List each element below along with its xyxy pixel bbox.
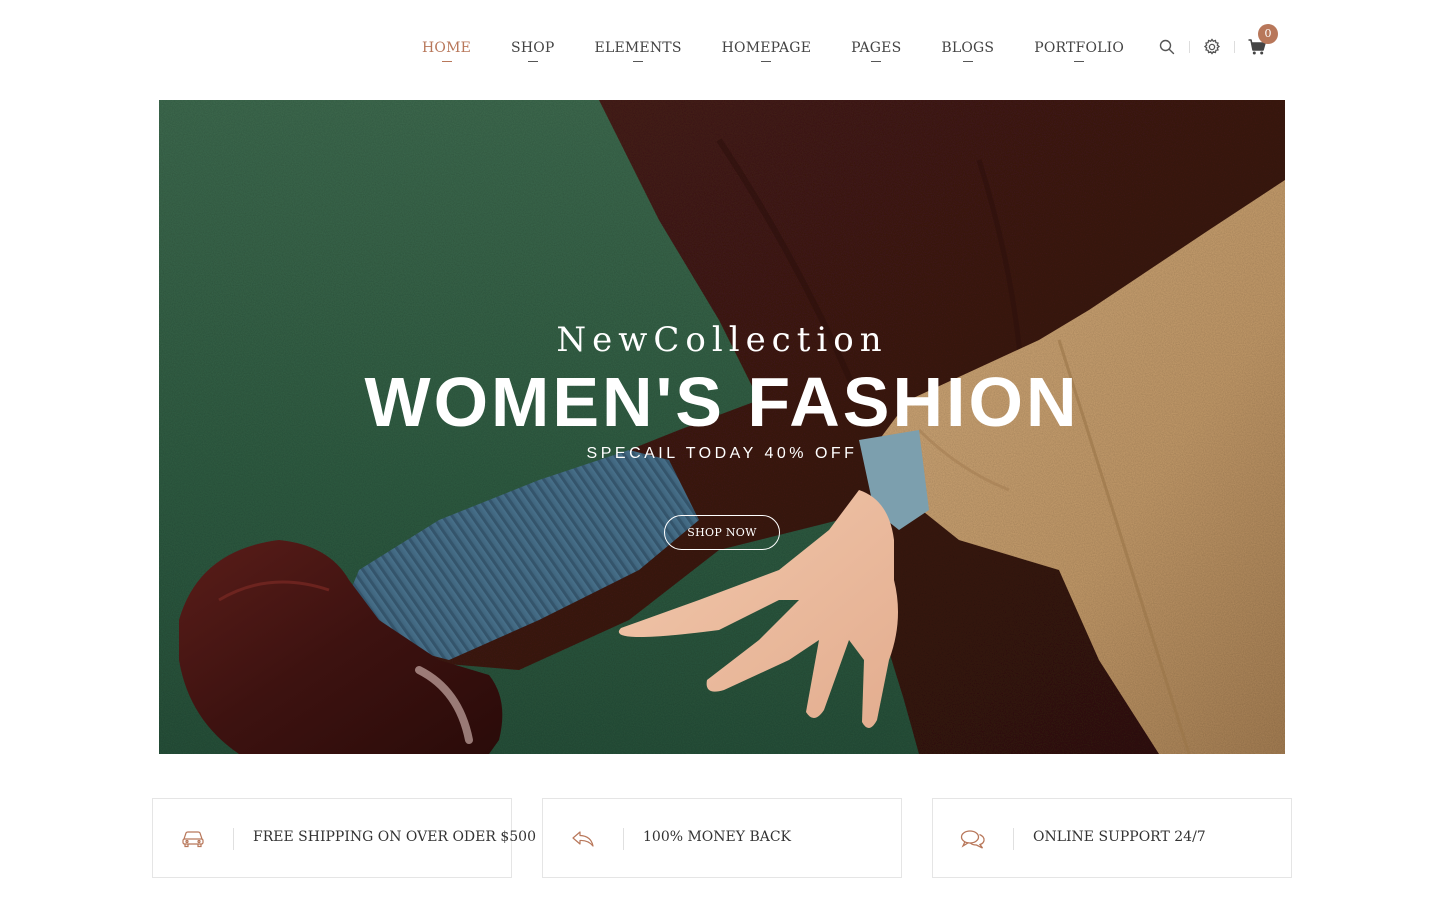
nav-item-label: PORTFOLIO [1034, 40, 1125, 56]
site-header: HOME SHOP ELEMENTS HOMEPAGE PAGES BLOGS … [0, 0, 1444, 100]
feature-label: FREE SHIPPING ON OVER ODER $500 [253, 829, 537, 845]
divider [1234, 41, 1235, 53]
divider [623, 828, 624, 850]
nav-item-pages[interactable]: PAGES [831, 38, 921, 62]
feature-label: 100% MONEY BACK [643, 829, 792, 845]
shop-now-button[interactable]: SHOP NOW [664, 515, 780, 550]
nav-item-shop[interactable]: SHOP [491, 38, 575, 62]
nav-underline [871, 61, 882, 62]
cart-button[interactable]: 0 [1246, 24, 1278, 58]
feature-box-shipping: FREE SHIPPING ON OVER ODER $500 [152, 798, 536, 878]
nav-item-blogs[interactable]: BLOGS [921, 38, 1014, 62]
divider [1013, 828, 1014, 850]
nav-item-home[interactable]: HOME [402, 38, 491, 62]
chat-bubbles-icon [957, 827, 989, 851]
main-nav: HOME SHOP ELEMENTS HOMEPAGE PAGES BLOGS … [402, 38, 1144, 62]
nav-item-label: ELEMENTS [594, 40, 682, 56]
nav-item-portfolio[interactable]: PORTFOLIO [1014, 38, 1144, 62]
nav-item-homepage[interactable]: HOMEPAGE [702, 38, 832, 62]
hero-content: NewCollection WOMEN'S FASHION SPECAIL TO… [159, 100, 1285, 754]
nav-underline [527, 61, 538, 62]
hero-title: WOMEN'S FASHION [364, 363, 1080, 441]
nav-item-label: HOMEPAGE [721, 40, 812, 56]
nav-item-elements[interactable]: ELEMENTS [575, 38, 702, 62]
hero-subtitle: NewCollection [556, 320, 888, 360]
header-actions: 0 [1156, 24, 1278, 58]
nav-item-label: BLOGS [941, 40, 995, 56]
search-icon[interactable] [1156, 36, 1178, 58]
hero-offer-text: SPECAIL TODAY 40% OFF [586, 445, 858, 462]
nav-underline [962, 61, 973, 62]
reply-icon [567, 827, 599, 851]
divider [233, 828, 234, 850]
nav-underline [441, 61, 452, 62]
cart-count-badge: 0 [1258, 24, 1278, 44]
nav-item-label: SHOP [511, 40, 555, 56]
gear-icon[interactable] [1201, 36, 1223, 58]
nav-underline [1074, 61, 1085, 62]
feature-label: ONLINE SUPPORT 24/7 [1033, 829, 1206, 845]
nav-underline [761, 61, 772, 62]
hero-banner: NewCollection WOMEN'S FASHION SPECAIL TO… [159, 100, 1285, 754]
car-icon [177, 827, 209, 851]
nav-item-label: PAGES [851, 40, 902, 56]
divider [1189, 41, 1190, 53]
feature-box-money-back: 100% MONEY BACK [542, 798, 902, 878]
nav-underline [633, 61, 644, 62]
feature-box-support: ONLINE SUPPORT 24/7 [932, 798, 1292, 878]
nav-item-label: HOME [422, 40, 472, 56]
